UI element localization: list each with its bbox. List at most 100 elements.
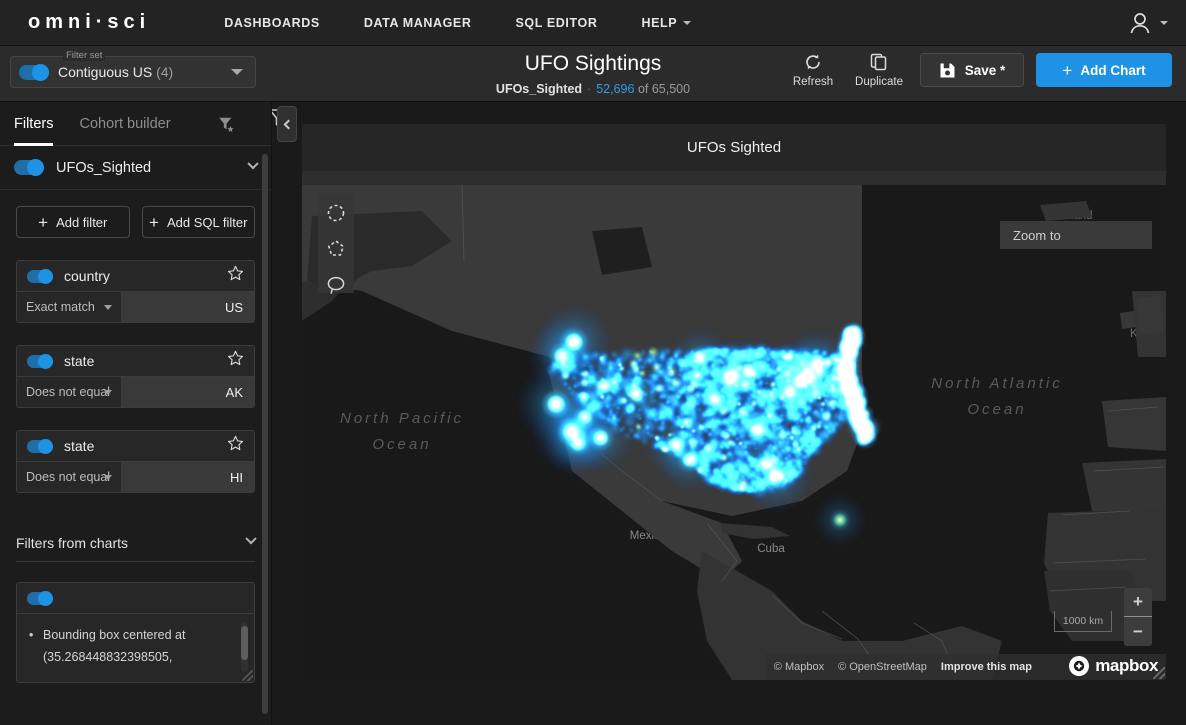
filter-set-name: Contiguous US xyxy=(58,64,153,80)
add-filter-button[interactable]: + Add filter xyxy=(16,206,130,238)
chevron-down-icon[interactable] xyxy=(247,157,259,169)
chevron-down-icon xyxy=(104,304,112,310)
dashboard-subheader: Filter set Contiguous US (4) x UFO Sight… xyxy=(0,46,1186,131)
chart-filters-section-header[interactable]: Filters from charts xyxy=(16,533,257,562)
left-sidebar: Filters Cohort builder UFOs_Sighted + Ad… xyxy=(0,102,297,725)
bounding-box-scrollbar[interactable] xyxy=(241,622,248,672)
nav-label: DASHBOARDS xyxy=(224,15,320,30)
chevron-down-icon xyxy=(1160,21,1168,25)
filter-star-icon xyxy=(219,117,234,132)
sidebar-collapse-button[interactable] xyxy=(277,106,297,142)
refresh-button[interactable]: Refresh xyxy=(780,52,846,88)
dashboard-actions: Refresh Duplicate Save * + Add Chart xyxy=(780,52,1172,88)
circle-draw-icon[interactable] xyxy=(325,202,347,224)
filter-value-input[interactable]: HI xyxy=(122,462,254,492)
filter-set-count: (4) xyxy=(156,64,174,80)
filter-field-name: state xyxy=(64,353,95,369)
filter-operator-label: Does not equal xyxy=(26,385,111,399)
scrollbar-thumb[interactable] xyxy=(262,154,268,714)
add-sql-filter-button[interactable]: + Add SQL filter xyxy=(141,206,255,238)
sidebar-scrollbar[interactable] xyxy=(262,154,268,719)
lasso-draw-icon[interactable] xyxy=(325,274,347,296)
filter-field-name: country xyxy=(64,268,110,284)
filter-value-input[interactable]: AK xyxy=(122,377,254,407)
map-chart-panel: UFOs Sighted Zoom to + − 1000 km © Mapbo… xyxy=(302,124,1166,680)
bounding-box-description: Bounding box centered at (35.26844883239… xyxy=(27,624,240,668)
polygon-draw-icon[interactable] xyxy=(325,238,347,260)
zoom-to-control[interactable]: Zoom to xyxy=(1000,221,1152,249)
tab-filters[interactable]: Filters xyxy=(14,102,54,146)
improve-this-map-link[interactable]: Improve this map xyxy=(941,661,1032,673)
filter-set-toggle[interactable] xyxy=(19,63,49,81)
star-outline-icon xyxy=(227,435,244,451)
chart-filters-label: Filters from charts xyxy=(16,535,129,551)
filter-set-selector[interactable]: Filter set Contiguous US (4) xyxy=(10,50,256,88)
logo-text: omni·sci xyxy=(28,11,151,33)
add-filter-label: Add filter xyxy=(56,214,108,230)
filter-value: AK xyxy=(225,384,243,400)
favorite-star-button[interactable] xyxy=(227,350,244,372)
favorite-star-button[interactable] xyxy=(227,435,244,457)
panel-resize-grip-icon[interactable] xyxy=(1153,667,1165,679)
filter-operator-label: Does not equal xyxy=(26,470,111,484)
nav-item-dashboards[interactable]: DASHBOARDS xyxy=(202,16,342,30)
duplicate-label: Duplicate xyxy=(855,76,903,88)
filter-operator-select[interactable]: Exact match xyxy=(17,292,122,322)
filter-card-state-hi: state Does not equal HI xyxy=(16,430,255,493)
mapbox-logo[interactable]: mapbox xyxy=(1068,655,1158,677)
filtered-record-count: 52,696 xyxy=(596,82,635,96)
add-chart-button[interactable]: + Add Chart xyxy=(1036,53,1172,87)
map-scale-bar: 1000 km xyxy=(1054,611,1112,632)
scrollbar-thumb[interactable] xyxy=(241,626,248,660)
datasource-toggle[interactable] xyxy=(14,159,44,176)
duplicate-button[interactable]: Duplicate xyxy=(846,52,912,88)
filter-toggle[interactable] xyxy=(27,438,53,454)
filter-value: US xyxy=(224,299,243,315)
nav-item-data-manager[interactable]: DATA MANAGER xyxy=(342,16,494,30)
favorite-star-button[interactable] xyxy=(227,265,244,287)
add-chart-label: Add Chart xyxy=(1080,62,1146,78)
filter-card-header: country xyxy=(17,261,254,292)
filter-card-state-ak: state Does not equal AK xyxy=(16,345,255,408)
tab-label: Filters xyxy=(14,115,54,132)
bounding-box-filter-card: Bounding box centered at (35.26844883239… xyxy=(16,582,255,683)
map-viewport[interactable]: North Pacific Ocean North Atlantic Ocean… xyxy=(302,171,1166,680)
filter-set-field-label: Filter set xyxy=(63,50,106,61)
attribution-openstreetmap[interactable]: © OpenStreetMap xyxy=(838,661,927,673)
plus-icon: + xyxy=(149,212,159,232)
filter-operator-select[interactable]: Does not equal xyxy=(17,377,122,407)
user-account-menu[interactable] xyxy=(1126,9,1168,37)
filter-value-input[interactable]: US xyxy=(122,292,254,322)
bounding-box-line2: (35.268448832398505, xyxy=(43,650,173,664)
zoom-out-button[interactable]: − xyxy=(1124,617,1152,646)
filter-operator-select[interactable]: Does not equal xyxy=(17,462,122,492)
save-button[interactable]: Save * xyxy=(920,53,1024,87)
omnisci-logo[interactable]: omni·sci xyxy=(28,11,150,34)
resize-grip-icon[interactable] xyxy=(242,670,253,681)
main-nav-links: DASHBOARDS DATA MANAGER SQL EDITOR HELP xyxy=(202,16,713,30)
star-outline-icon xyxy=(227,350,244,366)
nav-label: SQL EDITOR xyxy=(515,15,598,30)
nav-item-help[interactable]: HELP xyxy=(619,16,713,30)
add-filter-row: + Add filter + Add SQL filter xyxy=(16,206,255,238)
tab-cohort-builder[interactable]: Cohort builder xyxy=(79,102,170,146)
total-record-count: of 65,500 xyxy=(637,82,691,96)
favorite-filters-button[interactable] xyxy=(217,115,235,138)
plus-icon: + xyxy=(38,212,49,232)
attribution-mapbox[interactable]: © Mapbox xyxy=(774,661,824,673)
summary-separator: · xyxy=(587,82,592,96)
filter-card-header: state xyxy=(17,346,254,377)
filter-card-body: Does not equal HI xyxy=(17,462,254,492)
filter-toggle[interactable] xyxy=(27,268,53,284)
bounding-box-toggle[interactable] xyxy=(27,590,53,606)
nav-item-sql-editor[interactable]: SQL EDITOR xyxy=(494,16,620,30)
filter-operator-label: Exact match xyxy=(26,300,95,314)
refresh-label: Refresh xyxy=(792,76,834,88)
mapbox-mark-icon xyxy=(1069,656,1090,676)
mapbox-wordmark: mapbox xyxy=(1095,656,1158,675)
add-sql-filter-label: Add SQL filter xyxy=(166,214,248,230)
star-outline-icon xyxy=(227,265,244,281)
zoom-in-button[interactable]: + xyxy=(1124,588,1152,617)
bounding-box-header xyxy=(17,583,254,614)
filter-toggle[interactable] xyxy=(27,353,53,369)
